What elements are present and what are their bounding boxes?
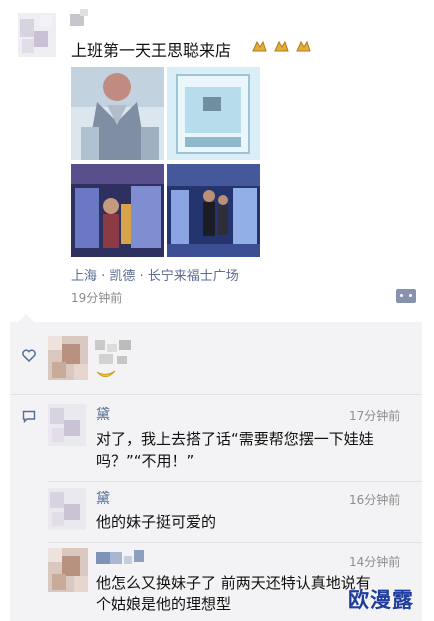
- commenter-name[interactable]: 黛: [96, 404, 110, 424]
- commenter-avatar[interactable]: [48, 488, 86, 530]
- commenter-name[interactable]: 黛: [96, 488, 110, 508]
- comment-text-line: 他的妹子挺可爱的: [96, 513, 217, 531]
- heart-icon: [22, 349, 36, 362]
- comment-text-line: 他怎么又换妹子了 前两天还特认真地说有: [96, 574, 371, 592]
- poster-avatar[interactable]: [18, 13, 56, 57]
- comment-text-line: 吗？”“不用！”: [96, 452, 195, 470]
- likes-divider: [10, 394, 422, 395]
- comment-divider: [48, 542, 422, 543]
- watermark: 欧漫露: [348, 588, 414, 612]
- comment-text-line: 对了，我上去搭了话“需要帮您摆一下娃娃: [96, 430, 374, 448]
- post-text: 上班第一天王思聪来店: [71, 41, 232, 60]
- bow-hands-emoji: [274, 40, 289, 52]
- liker-name-pixelated[interactable]: [95, 340, 135, 370]
- comment-timestamp: 16分钟前: [349, 493, 401, 507]
- location-link[interactable]: 上海 · 凯德 · 长宁来福士广场: [71, 265, 239, 284]
- bow-hands-emoji: [252, 40, 267, 52]
- comment-divider: [48, 481, 422, 482]
- banana-emoji: [96, 370, 116, 378]
- comment-text-line: 个姑娘是他的理想型: [96, 595, 232, 613]
- comment-icon: [22, 410, 36, 423]
- post-photo-4[interactable]: [167, 164, 260, 257]
- post-photo-2[interactable]: [167, 67, 260, 160]
- commenter-avatar[interactable]: [48, 404, 86, 446]
- comment-timestamp: 17分钟前: [349, 409, 401, 423]
- more-actions-button[interactable]: [396, 289, 416, 303]
- liker-avatar[interactable]: [48, 336, 88, 380]
- post-photo-3[interactable]: [71, 164, 164, 257]
- comment-timestamp: 14分钟前: [349, 555, 401, 569]
- comment-panel-caret: [18, 314, 34, 322]
- commenter-avatar[interactable]: [48, 548, 88, 592]
- commenter-name-pixelated[interactable]: [96, 550, 146, 564]
- post-timestamp: 19分钟前: [71, 291, 123, 305]
- bow-hands-emoji: [296, 40, 311, 52]
- post-photo-1[interactable]: [71, 67, 164, 160]
- poster-name-pixel: [80, 9, 88, 16]
